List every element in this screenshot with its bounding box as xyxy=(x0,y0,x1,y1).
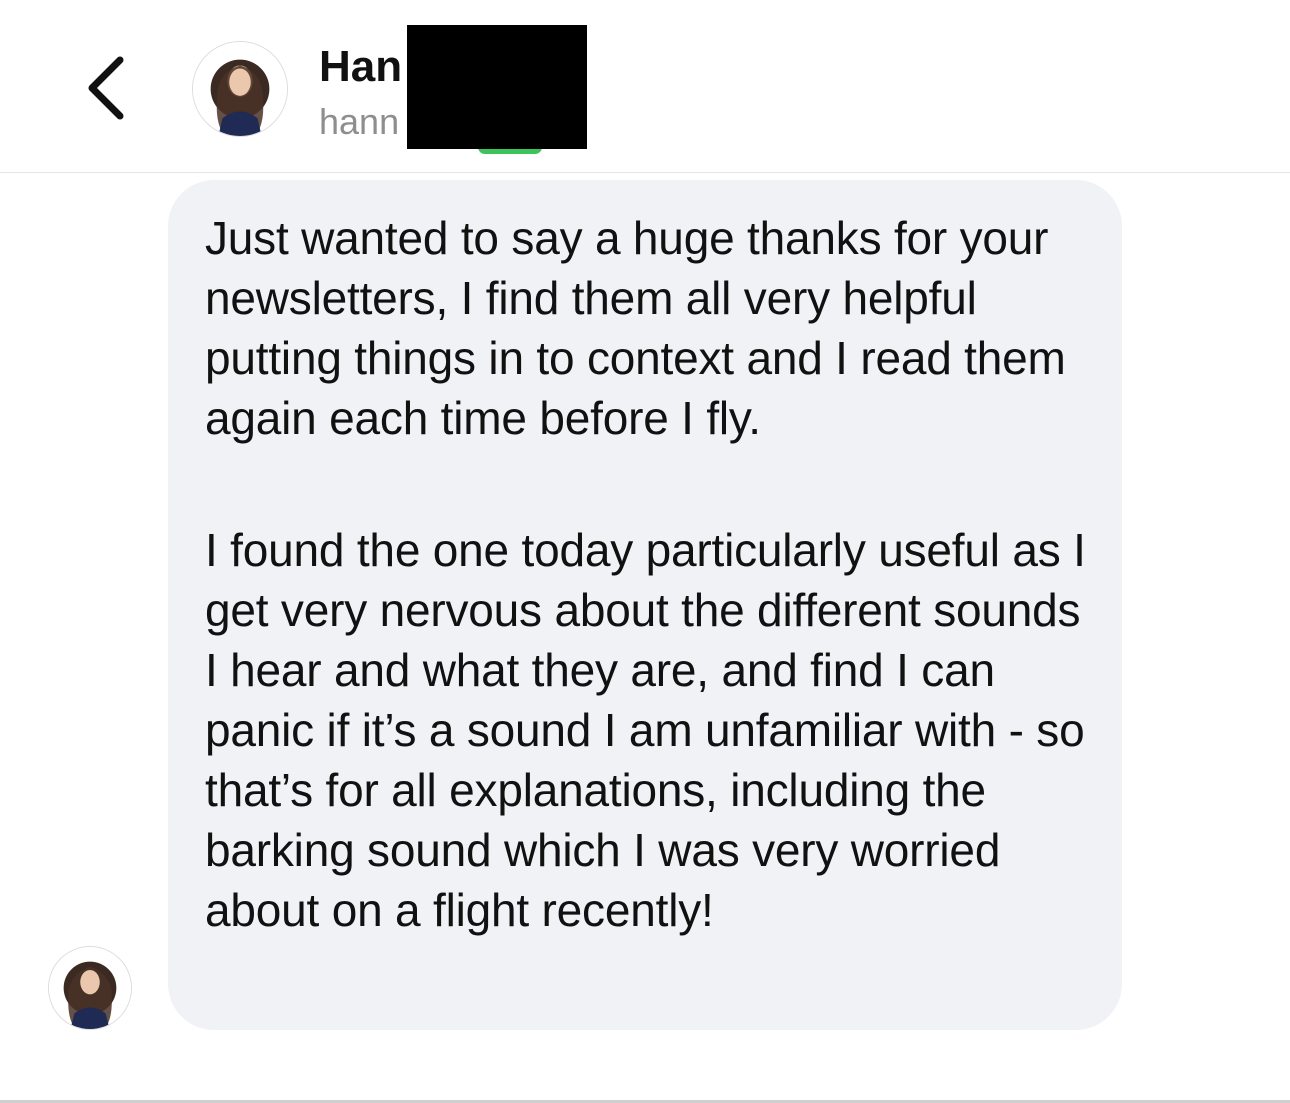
chat-header: Han hann xyxy=(0,0,1290,173)
message-bubble[interactable]: Just wanted to say a huge thanks for you… xyxy=(168,180,1122,1030)
chat-screen: Han hann Just wanted to say a huge thank… xyxy=(0,0,1290,1103)
contact-username: hann xyxy=(319,101,400,142)
sender-avatar[interactable] xyxy=(48,946,132,1030)
message-paragraph: I found the one today particularly usefu… xyxy=(205,524,1086,936)
profile-photo xyxy=(49,947,131,1029)
avatar[interactable] xyxy=(192,41,288,137)
chevron-left-icon xyxy=(88,56,124,120)
contact-name: Han xyxy=(319,42,403,91)
back-button[interactable] xyxy=(70,48,140,128)
message-paragraph: Just wanted to say a huge thanks for you… xyxy=(205,212,1066,444)
redaction-box xyxy=(407,25,587,149)
profile-photo xyxy=(193,42,287,136)
